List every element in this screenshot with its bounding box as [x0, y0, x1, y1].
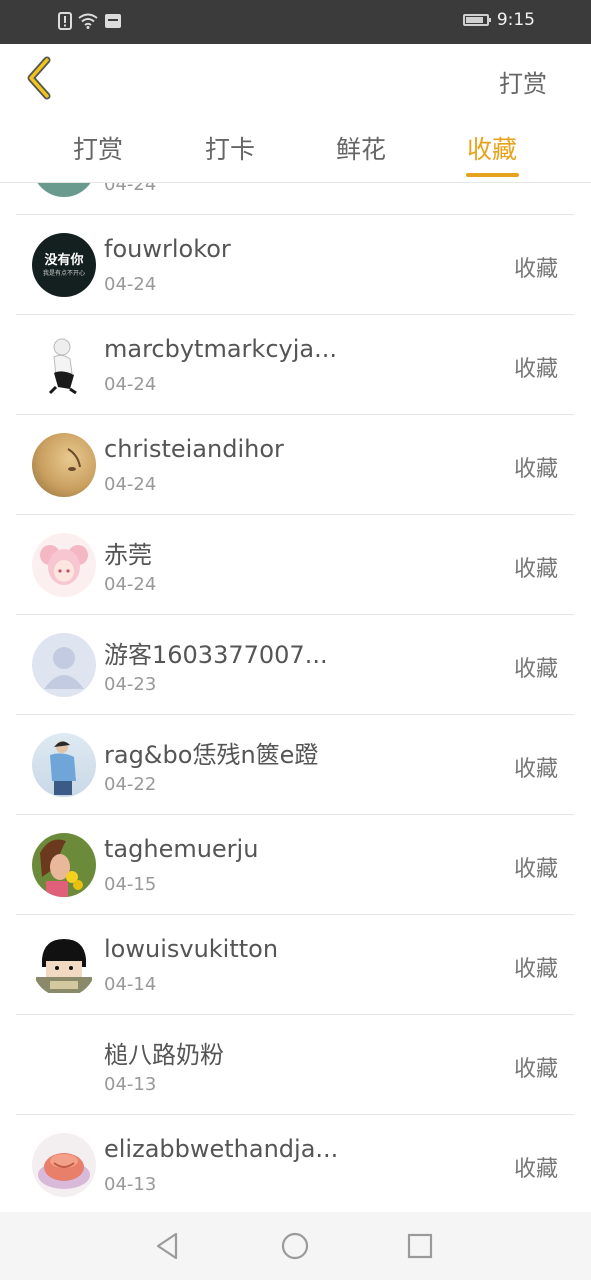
avatar-image [36, 939, 92, 993]
list-item-name: christeiandihor [104, 435, 284, 463]
avatar [32, 733, 96, 797]
list-item[interactable]: 槌八路奶粉 04-13 收藏 [16, 1015, 574, 1115]
list-item-date: 04-22 [104, 774, 157, 795]
chevron-left-icon [27, 56, 51, 100]
list-item-date: 04-24 [104, 274, 157, 295]
avatar-image: 没有你 我是有点不开心 [43, 252, 85, 277]
tab-bar: 打赏 打卡 鲜花 收藏 [0, 116, 591, 183]
list-item-action: 收藏 [513, 557, 558, 582]
list-item-action: 收藏 [513, 457, 558, 482]
app-screen: 9:15 打赏 打赏 打卡 鲜花 收藏 04-24 没有你 我是有点不开心 fo… [0, 0, 591, 1280]
status-icons-right: 9:15 [462, 10, 535, 30]
list-item[interactable]: marcbytmarkcyja... 04-24 收藏 [16, 315, 574, 415]
list-item-date: 04-14 [104, 974, 157, 995]
avatar: 没有你 我是有点不开心 [32, 233, 96, 297]
reward-button[interactable]: 打赏 [499, 64, 547, 99]
list-item-date: 04-24 [104, 474, 157, 495]
active-tab-indicator [466, 173, 519, 177]
message-icon [105, 14, 121, 28]
tab-favorites[interactable]: 收藏 [447, 130, 537, 166]
list-item-name: 游客1603377007... [104, 641, 328, 669]
list-item-name: 槌八路奶粉 [104, 1041, 224, 1069]
avatar [32, 333, 96, 397]
list-item[interactable]: 没有你 我是有点不开心 fouwrlokor 04-24 收藏 [16, 215, 574, 315]
list-item[interactable]: elizabbwethandja... 04-13 收藏 [16, 1115, 574, 1212]
list-item-date: 04-23 [104, 674, 157, 695]
wifi-icon [78, 13, 98, 29]
avatar-image [67, 448, 81, 471]
list-item-date: 04-24 [104, 574, 157, 595]
tab-checkin[interactable]: 打卡 [185, 130, 275, 166]
list-item-action: 收藏 [513, 757, 558, 782]
list-item-name: elizabbwethandja... [104, 1135, 339, 1163]
list-item[interactable]: lowuisvukitton 04-14 收藏 [16, 915, 574, 1015]
avatar [32, 633, 96, 697]
status-bar: 9:15 [0, 0, 591, 44]
tab-flowers[interactable]: 鲜花 [316, 130, 406, 166]
back-button[interactable] [18, 56, 58, 100]
avatar [32, 1133, 96, 1197]
system-nav-bar [0, 1212, 591, 1280]
list-item-action: 收藏 [513, 957, 558, 982]
avatar-image [44, 647, 84, 689]
list-item-name: marcbytmarkcyja... [104, 335, 337, 363]
favorites-list: 04-24 没有你 我是有点不开心 fouwrlokor 04-24 收藏 ma… [0, 183, 591, 1212]
list-item-date: 04-13 [104, 1174, 157, 1195]
list-item-date: 04-24 [104, 183, 157, 195]
top-bar: 打赏 [0, 44, 591, 116]
list-item[interactable]: 04-24 [16, 183, 574, 215]
avatar [32, 433, 96, 497]
avatar [32, 933, 96, 997]
avatar [32, 833, 96, 897]
avatar [32, 183, 96, 197]
list-item[interactable]: rag&bo恁残n篋e蹬 04-22 收藏 [16, 715, 574, 815]
list-item-name: taghemuerju [104, 835, 259, 863]
list-item-action: 收藏 [513, 357, 558, 382]
list-item[interactable]: 游客1603377007... 04-23 收藏 [16, 615, 574, 715]
status-icons-left [58, 12, 122, 30]
avatar-image [50, 741, 76, 795]
avatar-image [38, 1153, 90, 1189]
list-item-date: 04-13 [104, 1074, 157, 1095]
avatar-image [48, 338, 77, 395]
battery-icon [462, 14, 491, 26]
list-item-date: 04-24 [104, 374, 157, 395]
home-circle-icon[interactable] [279, 1230, 311, 1262]
list-item[interactable]: christeiandihor 04-24 收藏 [16, 415, 574, 515]
avatar [32, 533, 96, 597]
list-item-action: 收藏 [513, 857, 558, 882]
alert-icon [58, 12, 72, 30]
avatar-image [40, 545, 88, 585]
list-item[interactable]: taghemuerju 04-15 收藏 [16, 815, 574, 915]
clock: 9:15 [496, 10, 535, 30]
list-item-name: 赤莞 [104, 541, 152, 569]
svg-text:我是有点不开心: 我是有点不开心 [43, 269, 85, 277]
list-item-name: rag&bo恁残n篋e蹬 [104, 741, 319, 769]
back-triangle-icon[interactable] [152, 1230, 184, 1262]
list-item-action: 收藏 [513, 257, 558, 282]
list-item-name: fouwrlokor [104, 235, 231, 263]
list-item-action: 收藏 [513, 1057, 558, 1082]
list-item-action: 收藏 [513, 1157, 558, 1182]
list-item-action: 收藏 [513, 657, 558, 682]
list-item-name: lowuisvukitton [104, 935, 279, 963]
list-item-date: 04-15 [104, 874, 157, 895]
svg-text:没有你: 没有你 [44, 252, 83, 268]
list-item[interactable]: 赤莞 04-24 收藏 [16, 515, 574, 615]
avatar-image [40, 839, 83, 897]
recents-square-icon[interactable] [404, 1230, 436, 1262]
tab-reward[interactable]: 打赏 [53, 130, 143, 166]
